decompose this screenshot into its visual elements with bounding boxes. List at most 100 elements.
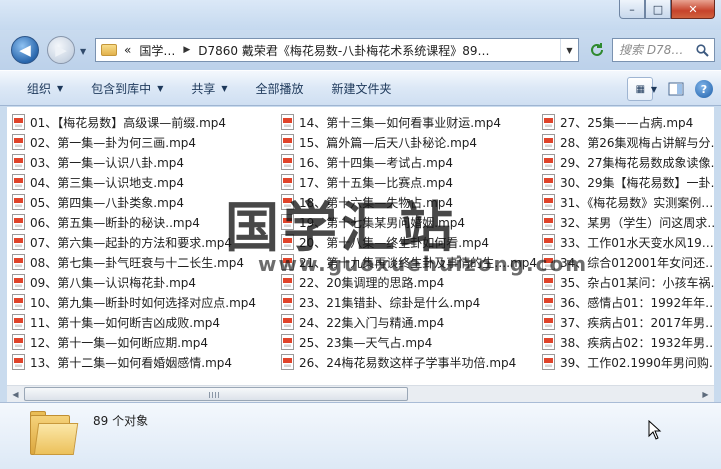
file-item[interactable]: 12、第十一集—如何断应期.mp4	[7, 332, 256, 352]
include-in-library-menu[interactable]: 包含到库中 ▼	[77, 71, 177, 105]
file-item[interactable]: 01、【梅花易数】高级课—前缀.mp4	[7, 112, 256, 132]
address-dropdown-icon[interactable]: ▼	[560, 39, 578, 61]
organize-menu[interactable]: 组织 ▼	[0, 71, 77, 105]
file-item[interactable]: 02、第一集—卦为何三画.mp4	[7, 132, 256, 152]
file-item[interactable]: 32、某男（学生）问这周求…	[537, 212, 714, 232]
file-item[interactable]: 03、第一集—认识八卦.mp4	[7, 152, 256, 172]
file-item[interactable]: 24、22集入门与精通.mp4	[276, 312, 537, 332]
history-dropdown-icon[interactable]: ▼	[80, 47, 86, 56]
mp4-file-icon	[12, 294, 25, 310]
view-dropdown-icon[interactable]: ▼	[651, 85, 657, 94]
file-name: 28、第26集观梅占讲解与分…	[560, 135, 714, 150]
folder-icon	[30, 411, 79, 455]
file-name: 12、第十一集—如何断应期.mp4	[30, 335, 209, 350]
mp4-file-icon	[12, 174, 25, 190]
address-bar[interactable]: « 国学… ▶ D7860 戴荣君《梅花易数-八卦梅花术系统课程》89… ▼	[95, 38, 579, 62]
mp4-file-icon	[281, 334, 294, 350]
breadcrumb-overflow[interactable]: «	[124, 43, 131, 57]
mp4-file-icon	[542, 114, 555, 130]
file-item[interactable]: 38、疾病占02：1932年男…	[537, 332, 714, 352]
file-item[interactable]: 29、27集梅花易数成象读像…	[537, 152, 714, 172]
file-name: 32、某男（学生）问这周求…	[560, 215, 714, 230]
list-view-icon: ▦	[635, 83, 646, 95]
refresh-icon	[591, 43, 603, 56]
file-item[interactable]: 15、篇外篇—后天八卦秘论.mp4	[276, 132, 537, 152]
file-name: 36、感情占01：1992年年…	[560, 295, 714, 310]
file-item[interactable]: 08、第七集—卦气旺衰与十二长生.mp4	[7, 252, 256, 272]
mp4-file-icon	[542, 194, 555, 210]
command-bar: 组织 ▼ 包含到库中 ▼ 共享 ▼ 全部播放 新建文件夹 ▦ ▼ ?	[0, 70, 721, 106]
horizontal-scrollbar[interactable]: ◀ ▶	[7, 385, 714, 402]
file-item[interactable]: 37、疾病占01：2017年男…	[537, 312, 714, 332]
arrow-left-icon: ◀	[19, 41, 31, 59]
minimize-button[interactable]: –	[619, 0, 645, 19]
share-label: 共享	[191, 81, 216, 96]
file-item[interactable]: 36、感情占01：1992年年…	[537, 292, 714, 312]
file-item[interactable]: 31、《梅花易数》实测案例…	[537, 192, 714, 212]
scroll-right-icon[interactable]: ▶	[697, 386, 714, 402]
file-item[interactable]: 14、第十三集—如何看事业财运.mp4	[276, 112, 537, 132]
search-icon[interactable]	[693, 43, 711, 57]
file-name: 14、第十三集—如何看事业财运.mp4	[299, 115, 502, 130]
file-item[interactable]: 04、第三集—认识地支.mp4	[7, 172, 256, 192]
mp4-file-icon	[12, 194, 25, 210]
breadcrumb-item-parent[interactable]: 国学…	[139, 42, 175, 59]
file-item[interactable]: 09、第八集—认识梅花卦.mp4	[7, 272, 256, 292]
play-all-label: 全部播放	[255, 81, 304, 96]
mp4-file-icon	[542, 134, 555, 150]
breadcrumb-separator-icon[interactable]: ▶	[183, 45, 190, 55]
file-name: 07、第六集—起卦的方法和要求.mp4	[30, 235, 233, 250]
forward-button[interactable]: ▶	[47, 36, 75, 64]
file-column-3: 27、25集——占病.mp4 28、第26集观梅占讲解与分… 29、27集梅花易数成…	[537, 112, 714, 372]
mp4-file-icon	[542, 174, 555, 190]
file-name: 08、第七集—卦气旺衰与十二长生.mp4	[30, 255, 245, 270]
breadcrumb-item-current[interactable]: D7860 戴荣君《梅花易数-八卦梅花术系统课程》89…	[198, 42, 489, 59]
play-all-button[interactable]: 全部播放	[242, 71, 318, 105]
mp4-file-icon	[281, 314, 294, 330]
maximize-button[interactable]: □	[645, 0, 671, 19]
file-item[interactable]: 10、第九集—断卦时如何选择对应点.mp4	[7, 292, 256, 312]
close-button[interactable]: ✕	[671, 0, 715, 19]
file-name: 23、21集错卦、综卦是什么.mp4	[299, 295, 481, 310]
file-name: 06、第五集—断卦的秘诀..mp4	[30, 215, 200, 230]
file-name: 24、22集入门与精通.mp4	[299, 315, 445, 330]
file-item[interactable]: 13、第十二集—如何看婚姻感情.mp4	[7, 352, 256, 372]
file-item[interactable]: 30、29集【梅花易数】一卦…	[537, 172, 714, 192]
mp4-file-icon	[281, 134, 294, 150]
share-menu[interactable]: 共享 ▼	[177, 71, 241, 105]
file-name: 04、第三集—认识地支.mp4	[30, 175, 185, 190]
file-item[interactable]: 33、工作01水天变水风19…	[537, 232, 714, 252]
back-button[interactable]: ◀	[11, 36, 39, 64]
grip-icon	[209, 392, 221, 398]
file-item[interactable]: 11、第十集—如何断吉凶成败.mp4	[7, 312, 256, 332]
chevron-down-icon: ▼	[221, 83, 228, 93]
file-item[interactable]: 27、25集——占病.mp4	[537, 112, 714, 132]
scroll-left-icon[interactable]: ◀	[7, 386, 24, 402]
scrollbar-thumb[interactable]	[24, 387, 408, 401]
search-input[interactable]	[619, 43, 693, 57]
include-in-library-label: 包含到库中	[91, 81, 152, 96]
file-item[interactable]: 23、21集错卦、综卦是什么.mp4	[276, 292, 537, 312]
file-item[interactable]: 07、第六集—起卦的方法和要求.mp4	[7, 232, 256, 252]
view-options-button[interactable]: ▦	[626, 77, 653, 101]
file-item[interactable]: 06、第五集—断卦的秘诀..mp4	[7, 212, 256, 232]
file-item[interactable]: 05、第四集—八卦类象.mp4	[7, 192, 256, 212]
mp4-file-icon	[542, 274, 555, 290]
file-item[interactable]: 26、24梅花易数这样子学事半功倍.mp4	[276, 352, 537, 372]
chevron-down-icon: ▼	[157, 83, 164, 93]
file-item[interactable]: 39、工作02.1990年男问购…	[537, 352, 714, 372]
preview-pane-button[interactable]	[663, 77, 689, 101]
file-item[interactable]: 16、第十四集—考试占.mp4	[276, 152, 537, 172]
refresh-button[interactable]	[585, 38, 609, 62]
watermark-url: www.guoxuehuizong.com	[258, 252, 589, 276]
mp4-file-icon	[12, 254, 25, 270]
file-name: 13、第十二集—如何看婚姻感情.mp4	[30, 355, 233, 370]
new-folder-button[interactable]: 新建文件夹	[318, 71, 406, 105]
file-name: 25、23集—天气占.mp4	[299, 335, 433, 350]
file-column-1: 01、【梅花易数】高级课—前缀.mp4 02、第一集—卦为何三画.mp4 03、第一…	[7, 112, 256, 372]
new-folder-label: 新建文件夹	[331, 81, 392, 96]
file-item[interactable]: 28、第26集观梅占讲解与分…	[537, 132, 714, 152]
help-icon[interactable]: ?	[695, 80, 713, 98]
file-item[interactable]: 25、23集—天气占.mp4	[276, 332, 537, 352]
mp4-file-icon	[542, 234, 555, 250]
